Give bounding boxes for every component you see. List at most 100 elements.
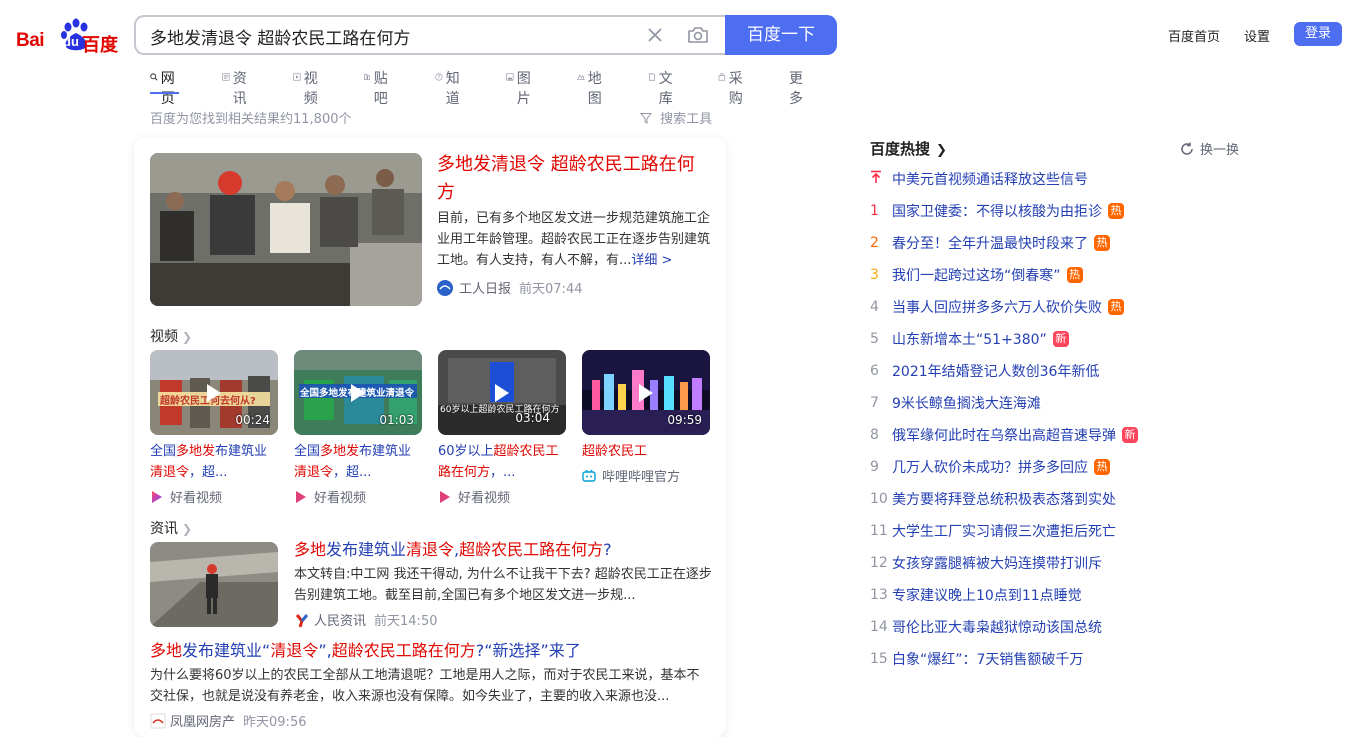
hot-search-item[interactable]: 1 国家卫健委：不得以核酸为由拒诊热 xyxy=(870,200,1124,222)
hot-rank: 1 xyxy=(870,203,879,219)
chevron-right-icon: ❯ xyxy=(182,330,193,344)
tab-images[interactable]: 图片 xyxy=(506,68,535,107)
news-image[interactable] xyxy=(150,542,278,627)
video-item[interactable]: 全国多地发布建筑业清退令 01:03 全国多地发布建筑业 清退令，超... 好看视… xyxy=(294,350,422,506)
settings-link[interactable]: 设置 xyxy=(1244,26,1270,45)
hot-search-heading[interactable]: 百度热搜 ❯ xyxy=(870,138,947,159)
main-result-title[interactable]: 多地发清退令 超龄农民工路在何方 xyxy=(437,151,712,207)
hot-rank: 11 xyxy=(870,523,888,539)
hot-search-item[interactable]: 15 白象“爆红”：7天销售额破千万 xyxy=(870,648,1083,670)
hot-title[interactable]: 女孩穿露腿裤被大妈连摸带打训斥 xyxy=(892,553,1102,573)
hot-search-item[interactable]: 12 女孩穿露腿裤被大妈连摸带打训斥 xyxy=(870,552,1102,574)
title-highlight: 清退令 xyxy=(294,465,334,480)
detail-link[interactable]: 详细 > xyxy=(631,253,672,268)
camera-icon[interactable] xyxy=(686,23,710,47)
news-source: 人民资讯 前天14:50 xyxy=(294,610,437,629)
hot-badge: 热 xyxy=(1094,235,1110,251)
video-section-heading[interactable]: 视频 ❯ xyxy=(150,326,192,346)
hot-title[interactable]: 春分至！全年升温最快时段来了 xyxy=(892,233,1088,253)
main-result-image[interactable] xyxy=(150,153,422,306)
tab-map[interactable]: 地图 xyxy=(577,68,606,107)
hot-title[interactable]: 中美元首视频通话释放这些信号 xyxy=(892,169,1088,189)
refresh-button[interactable]: 换一换 xyxy=(1180,139,1239,158)
hot-title[interactable]: 我们一起跨过这场“倒春寒” xyxy=(892,265,1061,285)
hot-search-item[interactable]: 14 哥伦比亚大毒枭越狱惊动该国总统 xyxy=(870,616,1102,638)
login-button[interactable]: 登录 xyxy=(1294,22,1342,46)
video-item[interactable]: 09:59 超龄农民工 哔哩哔哩官方 xyxy=(582,350,710,485)
tab-web[interactable]: 网页 xyxy=(150,68,179,107)
video-thumbnail[interactable]: 超龄农民工何去何从? 00:24 xyxy=(150,350,278,435)
video-source: 哔哩哔哩官方 xyxy=(582,466,710,485)
source-time: 前天07:44 xyxy=(519,282,583,297)
hot-title[interactable]: 国家卫健委：不得以核酸为由拒诊 xyxy=(892,201,1102,221)
search-button[interactable]: 百度一下 xyxy=(725,15,837,55)
pin-top-icon xyxy=(870,170,892,188)
filter-icon xyxy=(639,113,653,124)
video-thumbnail[interactable]: 09:59 xyxy=(582,350,710,435)
haokan-icon xyxy=(152,490,162,503)
close-icon[interactable] xyxy=(644,24,666,46)
hot-search-item[interactable]: 6 2021年结婚登记人数创36年新低 xyxy=(870,360,1099,382)
tab-wenku[interactable]: 文库 xyxy=(648,68,677,107)
tab-news[interactable]: 资讯 xyxy=(222,68,251,107)
hot-title[interactable]: 美方要将拜登总统积极表态落到实处 xyxy=(892,489,1116,509)
source-name: 哔哩哔哩官方 xyxy=(602,470,681,485)
hot-search-item[interactable]: 13 专家建议晚上10点到11点睡觉 xyxy=(870,584,1082,606)
tab-more[interactable]: 更多 xyxy=(789,68,803,107)
video-title[interactable]: 全国多地发布建筑业 清退令，超... xyxy=(294,441,422,483)
video-title[interactable]: 超龄农民工 xyxy=(582,441,710,462)
hot-rank: 9 xyxy=(870,459,879,475)
title-highlight: 超龄农民工 xyxy=(493,444,559,459)
news-title[interactable]: 多地发布建筑业清退令,超龄农民工路在何方? xyxy=(294,538,612,562)
hot-title[interactable]: 几万人砍价未成功？拼多多回应 xyxy=(892,457,1088,477)
video-item[interactable]: 超龄农民工何去何从? 00:24 全国多地发布建筑业 清退令，超... 好看视频 xyxy=(150,350,278,506)
tab-video[interactable]: 视频 xyxy=(293,68,322,107)
search-tools-button[interactable]: 搜索工具 xyxy=(639,108,712,127)
video-thumbnail[interactable]: 60岁以上超龄农民工路在何方 03:04 xyxy=(438,350,566,435)
hot-title[interactable]: 山东新增本土“51+380” xyxy=(892,329,1047,349)
hot-search-item[interactable]: 10 美方要将拜登总统积极表态落到实处 xyxy=(870,488,1116,510)
search-input[interactable] xyxy=(150,24,630,48)
tab-label: 资讯 xyxy=(232,71,247,107)
hot-title[interactable]: 9米长鲸鱼搁浅大连海滩 xyxy=(892,393,1041,413)
hot-badge: 热 xyxy=(1094,459,1110,475)
hot-search-item[interactable]: 11 大学生工厂实习请假三次遭拒后死亡 xyxy=(870,520,1116,542)
tab-tieba[interactable]: 贴吧 xyxy=(363,68,392,107)
video-title[interactable]: 全国多地发布建筑业 清退令，超... xyxy=(150,441,278,483)
video-title[interactable]: 60岁以上超龄农民工 路在何方，... xyxy=(438,441,566,483)
baidu-logo[interactable]: Bai du 百度 xyxy=(16,18,118,56)
search-box xyxy=(134,15,726,55)
tab-caigou[interactable]: 采购 xyxy=(718,68,747,107)
hot-title[interactable]: 当事人回应拼多多六万人砍价失败 xyxy=(892,297,1102,317)
hot-title[interactable]: 2021年结婚登记人数创36年新低 xyxy=(892,361,1099,381)
hot-search-item[interactable]: 2 春分至！全年升温最快时段来了热 xyxy=(870,232,1110,254)
news-section-heading[interactable]: 资讯 ❯ xyxy=(150,518,192,538)
title-highlight: 多地发 xyxy=(320,444,360,459)
hot-search-item[interactable]: 9 几万人砍价未成功？拼多多回应热 xyxy=(870,456,1110,478)
renmin-logo-icon xyxy=(295,613,309,627)
hot-search-item[interactable]: 7 9米长鲸鱼搁浅大连海滩 xyxy=(870,392,1041,414)
tab-zhidao[interactable]: ? 知道 xyxy=(435,68,464,107)
hot-title[interactable]: 专家建议晚上10点到11点睡觉 xyxy=(892,585,1082,605)
tab-label: 更多 xyxy=(789,71,803,107)
source-name[interactable]: 人民资讯 xyxy=(314,610,366,629)
hot-search-item[interactable]: 3 我们一起跨过这场“倒春寒” 热 xyxy=(870,264,1083,286)
hot-search-item[interactable]: 5 山东新增本土“51+380” 新 xyxy=(870,328,1069,350)
hot-rank: 7 xyxy=(870,395,879,411)
hot-rank: 15 xyxy=(870,651,888,667)
title-highlight: 超龄农民工路在何方 xyxy=(459,540,604,559)
hot-title[interactable]: 白象“爆红”：7天销售额破千万 xyxy=(892,649,1083,669)
hot-search-item[interactable]: 8 俄军缘何此时在乌祭出高超音速导弹新 xyxy=(870,424,1138,446)
source-name[interactable]: 凤凰网房产 xyxy=(170,711,235,730)
source-name[interactable]: 工人日报 xyxy=(459,278,511,297)
news-title[interactable]: 多地发布建筑业“清退令”,超龄农民工路在何方?“新选择”来了 xyxy=(150,639,581,663)
hot-search-item[interactable]: 中美元首视频通话释放这些信号 xyxy=(870,168,1088,190)
hot-search-item[interactable]: 4 当事人回应拼多多六万人砍价失败热 xyxy=(870,296,1124,318)
video-thumbnail[interactable]: 全国多地发布建筑业清退令 01:03 xyxy=(294,350,422,435)
hot-title[interactable]: 哥伦比亚大毒枭越狱惊动该国总统 xyxy=(892,617,1102,637)
hot-badge: 热 xyxy=(1108,299,1124,315)
hot-title[interactable]: 大学生工厂实习请假三次遭拒后死亡 xyxy=(892,521,1116,541)
video-item[interactable]: 60岁以上超龄农民工路在何方 03:04 60岁以上超龄农民工 路在何方，... … xyxy=(438,350,566,506)
home-link[interactable]: 百度首页 xyxy=(1168,26,1220,45)
hot-title[interactable]: 俄军缘何此时在乌祭出高超音速导弹 xyxy=(892,425,1116,445)
